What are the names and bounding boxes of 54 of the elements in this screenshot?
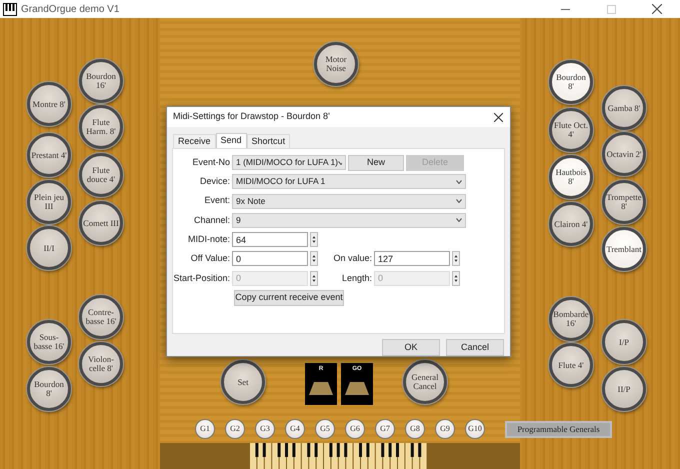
- drawstop[interactable]: II/P: [602, 367, 646, 411]
- dropdown-value: MIDI/MOCO for LUFA 1: [236, 175, 326, 188]
- window-title: GrandOrgue demo V1: [21, 2, 120, 16]
- field-label: Off Value:: [190, 252, 231, 266]
- drawstop[interactable]: Bourdon 8': [549, 60, 593, 104]
- field-label: Start-Position:: [173, 272, 231, 285]
- drawstop[interactable]: Flute Harm. 8': [79, 105, 123, 149]
- dialog-title: Midi-Settings for Drawstop - Bourdon 8': [173, 110, 330, 124]
- drawstop[interactable]: Clairon 4': [549, 202, 593, 246]
- field-label: On value:: [332, 252, 373, 266]
- dropdown[interactable]: 9: [232, 212, 466, 228]
- field-label: Device:: [198, 175, 231, 188]
- drawstop[interactable]: II/I: [27, 226, 71, 270]
- dialog-button[interactable]: Cancel: [446, 339, 504, 356]
- field-label: Event:: [203, 194, 231, 208]
- drawstop[interactable]: Tremblant: [602, 227, 646, 271]
- drawstop[interactable]: Flute douce 4': [79, 153, 123, 197]
- dropdown-value: 1 (MIDI/MOCO for LUFA 1): [236, 156, 338, 169]
- programmable-generals-button[interactable]: Programmable Generals: [505, 420, 612, 438]
- drawstop[interactable]: Octavin 2': [602, 132, 646, 176]
- dialog-button[interactable]: OK: [382, 339, 440, 356]
- tab[interactable]: Shortcut: [246, 134, 290, 148]
- field-label: Length:: [340, 272, 373, 285]
- drawstop[interactable]: Gamba 8': [602, 86, 646, 130]
- drawstop[interactable]: Hautbois 8': [549, 155, 593, 199]
- dropdown-value: 9: [236, 214, 241, 227]
- drawstop[interactable]: Trompette 8': [602, 180, 646, 224]
- dropdown[interactable]: 9x Note: [232, 194, 466, 209]
- field-label: Event-No: [191, 156, 231, 169]
- new-button[interactable]: New: [348, 154, 404, 170]
- drawstop[interactable]: Flute Oct. 4': [549, 108, 593, 152]
- drawstop[interactable]: Sous-basse 16': [27, 320, 71, 364]
- dropdown[interactable]: MIDI/MOCO for LUFA 1: [232, 174, 466, 190]
- input-field[interactable]: 0: [232, 251, 308, 266]
- dropdown-value: 9x Note: [236, 194, 266, 208]
- field-label: MIDI-note:: [186, 232, 231, 246]
- drawstop[interactable]: Contre-basse 16': [79, 295, 123, 339]
- dropdown[interactable]: 1 (MIDI/MOCO for LUFA 1): [232, 155, 346, 170]
- drawstop[interactable]: I/P: [602, 320, 646, 364]
- field-label: Channel:: [192, 214, 231, 227]
- drawstop[interactable]: Flute 4': [549, 343, 593, 387]
- drawstop[interactable]: Comett III: [79, 201, 123, 245]
- drawstop[interactable]: Plein jeu III: [27, 180, 71, 224]
- input-field[interactable]: 64: [232, 232, 308, 248]
- drawstop[interactable]: Montre 8': [27, 82, 71, 126]
- drawstop[interactable]: Prestant 4': [27, 133, 71, 177]
- input-field[interactable]: 127: [374, 251, 450, 266]
- drawstop[interactable]: Bombarde 16': [549, 297, 593, 341]
- copy-event-button[interactable]: Copy current receive event: [234, 290, 344, 306]
- drawstop[interactable]: Violon-celle 8': [79, 342, 123, 386]
- drawstop[interactable]: Bourdon 8': [27, 367, 71, 411]
- tab[interactable]: Send: [216, 133, 247, 148]
- drawstop[interactable]: Bourdon 16': [79, 59, 123, 103]
- tab[interactable]: Receive: [173, 134, 216, 148]
